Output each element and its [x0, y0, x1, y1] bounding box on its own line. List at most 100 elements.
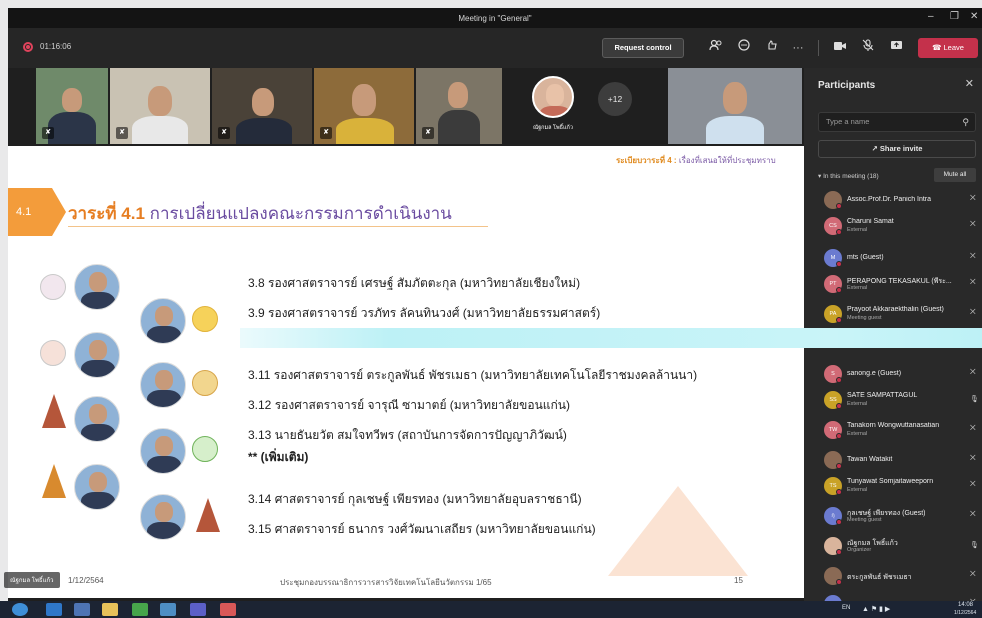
language-indicator[interactable]: EN	[842, 605, 850, 611]
mic-muted-icon: ✘	[320, 127, 332, 139]
presence-dot-icon	[836, 203, 842, 209]
participant-search-input[interactable]: Type a name ⚲	[818, 112, 976, 132]
mic-icon[interactable]: 🎙	[970, 395, 979, 403]
camera-icon[interactable]	[830, 38, 850, 58]
participant-name: ตระกูลพันธ์ พัชรเมธา	[847, 574, 912, 581]
presence-dot-icon	[836, 287, 842, 293]
share-invite-button[interactable]: ↗ Share invite	[818, 140, 976, 158]
participant-name: SATE SAMPATTAGUL	[847, 392, 918, 399]
maximize-icon[interactable]: ❐	[950, 11, 959, 22]
pdf-reader-icon[interactable]	[220, 603, 236, 616]
internet-explorer-icon[interactable]	[46, 603, 62, 616]
window-title: Meeting in "General"	[458, 14, 532, 23]
committee-item: 3.9 รองศาสตราจารย์ วรภัทร ลัคนทินวงศ์ (ม…	[248, 306, 601, 320]
committee-item: 3.11 รองศาสตราจารย์ ตระกูลพันธ์ พัชรเมธา…	[248, 368, 698, 382]
participant-row[interactable]: TS Tunyawat Somjaitaweeporn External ⨉	[814, 474, 980, 500]
participants-icon[interactable]	[706, 38, 726, 58]
meeting-toolbar: 01:16:06 Request control ··· ☎ Leave	[8, 28, 982, 68]
close-panel-icon[interactable]: ✕	[965, 77, 974, 90]
participant-row[interactable]: Ssanong.e (Guest) ⨉	[814, 362, 980, 388]
in-meeting-count: In this meeting (18)	[823, 173, 879, 180]
member-photo	[140, 494, 186, 540]
start-button-icon[interactable]	[12, 603, 28, 616]
more-actions-icon[interactable]: ···	[788, 38, 808, 58]
share-screen-icon[interactable]	[886, 38, 906, 58]
participant-name: Tunyawat Somjaitaweeporn	[847, 478, 934, 485]
reactions-icon[interactable]	[762, 38, 782, 58]
mic-muted-icon: ✘	[42, 127, 54, 139]
chat-icon[interactable]	[734, 38, 754, 58]
presence-dot-icon	[836, 261, 842, 267]
participant-name: Tawan Watakit	[847, 456, 893, 463]
search-icon: ⚲	[962, 117, 969, 127]
mic-muted-icon[interactable]: ⨉	[970, 425, 976, 433]
participant-role: Organizer	[847, 547, 872, 553]
recording-icon	[23, 42, 33, 52]
in-meeting-header[interactable]: ▾ In this meeting (18)	[818, 172, 879, 180]
presenter-name-label: ณัฐกมล โพธิ์แก้ว	[4, 572, 60, 588]
participant-role: External	[847, 487, 868, 493]
mic-muted-icon[interactable]: ⨉	[970, 253, 976, 261]
additional-label: ** (เพิ่มเติม)	[248, 450, 309, 464]
member-photo	[74, 396, 120, 442]
mic-muted-icon[interactable]: ⨉	[970, 571, 976, 579]
mic-muted-icon[interactable]: ⨉	[970, 511, 976, 519]
participant-row[interactable]: PA Prayoot Akkaraekthalin (Guest) Meeting …	[814, 302, 980, 328]
university-logo	[42, 464, 66, 498]
mic-muted-icon[interactable]: ⨉	[970, 369, 976, 377]
panel-title: Participants	[818, 80, 876, 91]
mute-all-button[interactable]: Mute all	[934, 168, 976, 182]
more-participants-button[interactable]: +12	[598, 82, 632, 116]
participant-row[interactable]: Assoc.Prof.Dr. Panich Intra ⨉	[814, 188, 980, 214]
teams-icon[interactable]	[190, 603, 206, 616]
file-explorer-icon[interactable]	[102, 603, 118, 616]
participant-row[interactable]: SS SATE SAMPATTAGUL External 🎙	[814, 388, 980, 414]
participant-row[interactable]: TW Tanakorn Wongwuttanasatian External ⨉	[814, 418, 980, 444]
slide-date: 1/12/2564	[68, 576, 104, 585]
video-tile[interactable]	[668, 68, 802, 144]
share-icon: ↗	[871, 144, 878, 153]
video-tile[interactable]: ✘	[36, 68, 108, 144]
committee-item: 3.12 รองศาสตราจารย์ จารุณี ซามาตย์ (มหาว…	[248, 398, 570, 412]
video-tile[interactable]: ✘	[314, 68, 414, 144]
teams-window: Meeting in "General" – ❐ ✕ 01:16:06 Requ…	[8, 8, 982, 609]
member-photo	[74, 332, 120, 378]
mic-muted-icon[interactable]: ⨉	[970, 221, 976, 229]
request-control-button[interactable]: Request control	[602, 38, 684, 58]
mic-icon[interactable]: 🎙	[970, 541, 979, 549]
mic-muted-icon: ✘	[116, 127, 128, 139]
mic-muted-icon[interactable]: ⨉	[970, 455, 976, 463]
participant-row[interactable]: กุ กุลเชษฐ์ เพียรทอง (Guest) Meeting guest…	[814, 504, 980, 530]
mic-muted-icon: ✘	[218, 127, 230, 139]
video-tile[interactable]: ✘	[212, 68, 312, 144]
mic-muted-icon[interactable]: ⨉	[970, 195, 976, 203]
close-window-icon[interactable]: ✕	[970, 11, 978, 22]
video-tile[interactable]: ✘	[416, 68, 502, 144]
tray-icons[interactable]: ▲ ⚑ ▮ ▶	[862, 605, 890, 613]
participant-row[interactable]: ตระกูลพันธ์ พัชรเมธา ⨉	[814, 564, 980, 590]
chrome-icon[interactable]	[132, 603, 148, 616]
presence-dot-icon	[836, 377, 842, 383]
avatar[interactable]	[532, 76, 574, 118]
participant-row[interactable]: ณัฐกมล โพธิ์แก้ว Organizer 🎙	[814, 534, 980, 560]
mic-muted-icon[interactable]	[858, 38, 878, 58]
participant-row[interactable]: Tawan Watakit ⨉	[814, 448, 980, 474]
committee-item: 3.14 ศาสตราจารย์ กุลเชษฐ์ เพียรทอง (มหาว…	[248, 492, 582, 506]
participant-row[interactable]: Mmts (Guest) ⨉	[814, 246, 980, 272]
video-tile[interactable]: ✘	[110, 68, 210, 144]
video-strip: ✘ ✘ ✘ ✘ ✘ ณัฐกมล โพธิ์แก้ว +12	[8, 68, 804, 146]
minimize-icon[interactable]: –	[928, 11, 934, 22]
mic-muted-icon[interactable]: ⨉	[970, 481, 976, 489]
app-icon[interactable]	[160, 603, 176, 616]
mic-muted-icon[interactable]: ⨉	[970, 279, 976, 287]
participant-role: External	[847, 227, 868, 233]
participant-row[interactable]: CS Charuni Samat External ⨉	[814, 214, 980, 240]
mic-muted-icon[interactable]: ⨉	[970, 309, 976, 317]
presence-dot-icon	[836, 317, 842, 323]
media-player-icon[interactable]	[74, 603, 90, 616]
participant-row[interactable]: PT PERAPONG TEKASAKUL (พีระ... External ⨉	[814, 272, 980, 298]
university-logo	[40, 340, 66, 366]
featured-participant-name: ณัฐกมล โพธิ์แก้ว	[533, 125, 573, 131]
leave-button[interactable]: ☎ Leave	[918, 38, 978, 58]
participant-name: sanong.e (Guest)	[847, 370, 902, 377]
